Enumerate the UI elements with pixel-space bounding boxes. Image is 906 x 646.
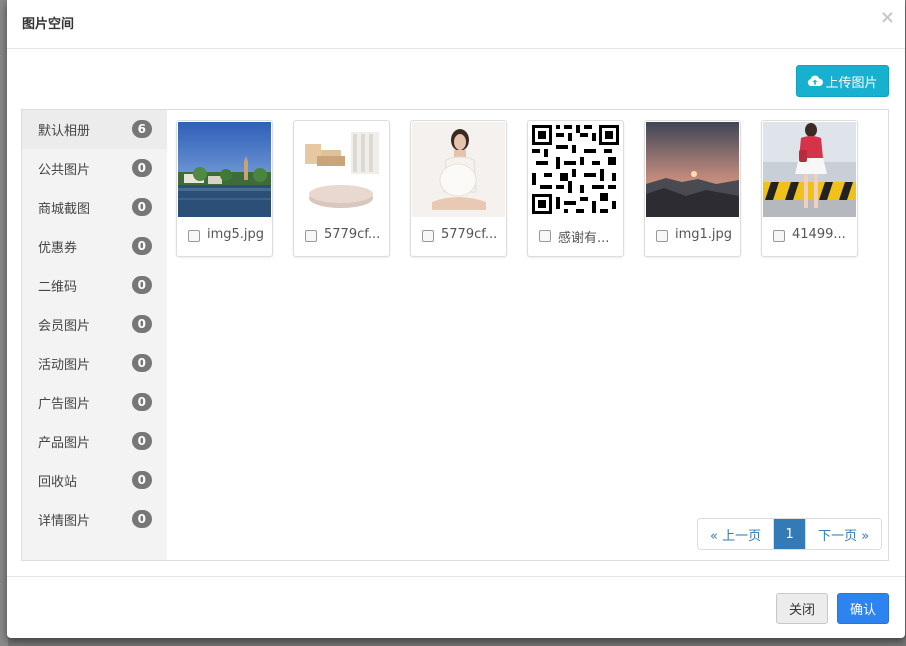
upload-button-label: 上传图片: [825, 75, 878, 91]
image-filename: img5.jpg: [207, 227, 265, 242]
image-card[interactable]: 41499...: [761, 120, 858, 257]
image-thumbnail-fashion[interactable]: [763, 122, 856, 217]
image-select-checkbox[interactable]: [656, 230, 668, 242]
dialog-footer: 关闭 确认: [7, 576, 905, 638]
album-count-badge: 0: [131, 471, 152, 489]
image-select-checkbox[interactable]: [188, 230, 200, 242]
image-card[interactable]: 5779cf...: [293, 120, 390, 257]
album-label: 商城截图: [38, 202, 91, 217]
image-select-checkbox[interactable]: [305, 230, 317, 242]
album-count-badge: 0: [131, 237, 152, 255]
image-thumbnail-qrcode[interactable]: [529, 122, 622, 217]
album-label: 优惠券: [38, 241, 78, 256]
upload-image-button[interactable]: 上传图片: [796, 65, 889, 97]
image-thumbnail-model[interactable]: [412, 122, 505, 217]
album-count-badge: 0: [131, 159, 152, 177]
album-count-badge: 0: [131, 354, 152, 372]
album-item-products[interactable]: 产品图片 0: [22, 422, 167, 461]
album-item-qrcode[interactable]: 二维码 0: [22, 266, 167, 305]
album-item-default[interactable]: 默认相册 6: [22, 110, 167, 149]
prev-page-button[interactable]: « 上一页: [698, 519, 774, 549]
close-button[interactable]: 关闭: [776, 593, 828, 624]
dialog-title: 图片空间: [22, 17, 75, 32]
image-filename: 感谢有...: [558, 231, 610, 246]
album-count-badge: 6: [131, 120, 152, 138]
image-thumbnail-sunset[interactable]: [646, 122, 739, 217]
album-label: 默认相册: [38, 124, 91, 139]
album-item-members[interactable]: 会员图片 0: [22, 305, 167, 344]
image-filename: 5779cf...: [324, 227, 381, 242]
album-item-screenshots[interactable]: 商城截图 0: [22, 188, 167, 227]
image-select-checkbox[interactable]: [422, 230, 434, 242]
image-card[interactable]: img5.jpg: [176, 120, 273, 257]
page-1-button[interactable]: 1: [773, 519, 806, 549]
dialog-header: 图片空间 ×: [7, 0, 905, 49]
image-filename: img1.jpg: [675, 227, 733, 242]
album-label: 会员图片: [38, 319, 91, 334]
album-count-badge: 0: [131, 198, 152, 216]
album-count-badge: 0: [131, 432, 152, 450]
album-label: 二维码: [38, 280, 78, 295]
image-thumbnail-river[interactable]: [178, 122, 271, 217]
image-select-checkbox[interactable]: [773, 230, 785, 242]
album-count-badge: 0: [131, 510, 152, 528]
pagination: « 上一页 1 下一页 »: [697, 518, 883, 550]
album-item-events[interactable]: 活动图片 0: [22, 344, 167, 383]
album-item-recycle-bin[interactable]: 回收站 0: [22, 461, 167, 500]
album-item-public[interactable]: 公共图片 0: [22, 149, 167, 188]
album-panel: 默认相册 6 公共图片 0 商城截图 0 优惠券 0 二维码 0 会员图片 0: [21, 109, 889, 561]
next-page-button[interactable]: 下一页 »: [805, 519, 882, 549]
album-sidebar: 默认相册 6 公共图片 0 商城截图 0 优惠券 0 二维码 0 会员图片 0: [22, 110, 167, 560]
album-item-ads[interactable]: 广告图片 0: [22, 383, 167, 422]
album-count-badge: 0: [131, 276, 152, 294]
image-select-checkbox[interactable]: [539, 230, 551, 242]
image-card[interactable]: 5779cf...: [410, 120, 507, 257]
album-label: 活动图片: [38, 358, 91, 373]
album-label: 产品图片: [38, 436, 91, 451]
image-space-dialog: 图片空间 × 上传图片 默认相册 6 公共图片 0 商城截图 0 优惠券 0 二…: [7, 0, 905, 638]
image-thumbnail-pillow[interactable]: [295, 122, 388, 217]
image-filename: 41499...: [792, 227, 846, 242]
album-count-badge: 0: [131, 393, 152, 411]
image-filename: 5779cf...: [441, 227, 498, 242]
album-item-details[interactable]: 详情图片 0: [22, 500, 167, 539]
album-item-coupons[interactable]: 优惠券 0: [22, 227, 167, 266]
album-label: 公共图片: [38, 163, 91, 178]
close-icon[interactable]: ×: [880, 8, 895, 28]
image-card[interactable]: 感谢有...: [527, 120, 624, 257]
confirm-button[interactable]: 确认: [837, 593, 889, 624]
image-card[interactable]: img1.jpg: [644, 120, 741, 257]
cloud-upload-icon: [808, 75, 824, 86]
album-label: 广告图片: [38, 397, 91, 412]
album-label: 回收站: [38, 475, 78, 490]
album-count-badge: 0: [131, 315, 152, 333]
album-label: 详情图片: [38, 514, 91, 529]
